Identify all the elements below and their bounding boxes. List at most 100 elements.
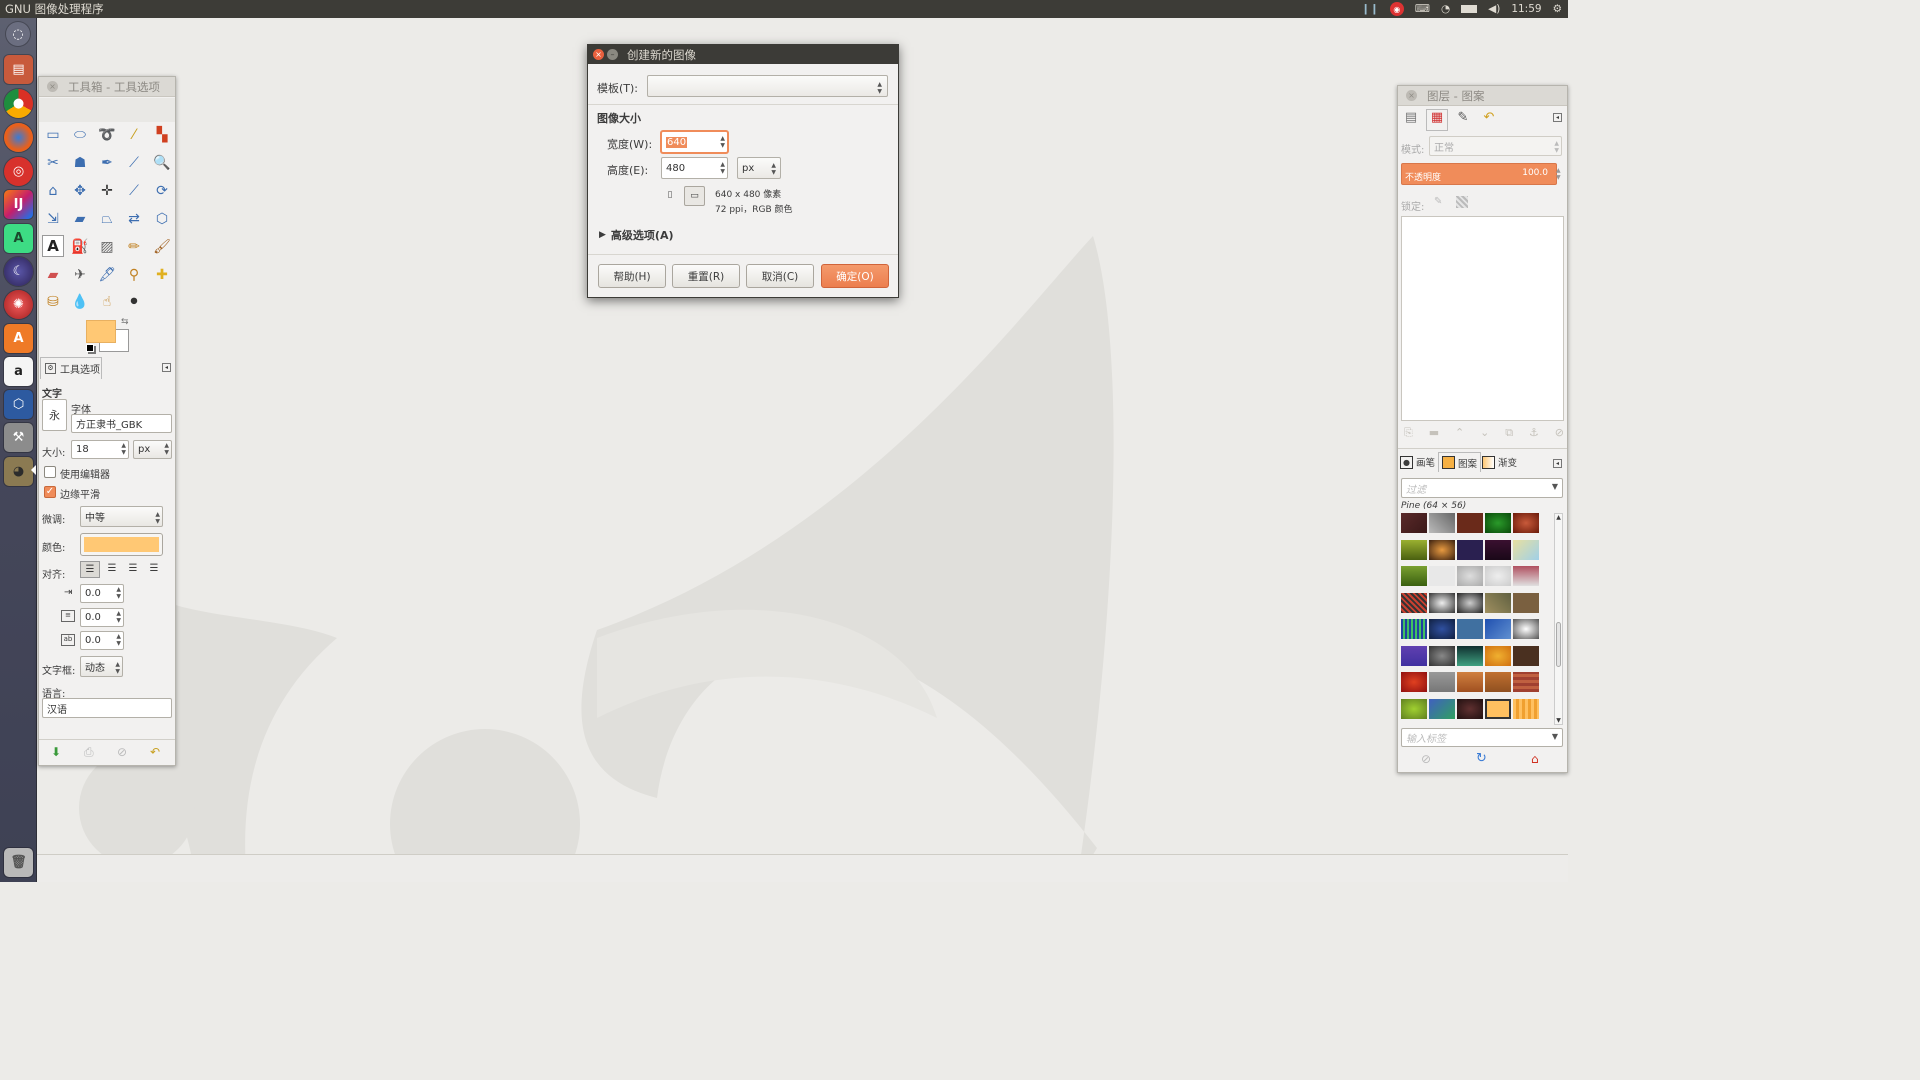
dialog-titlebar[interactable]: × – 创建新的图像: [588, 45, 898, 64]
pattern-thumbnail[interactable]: [1401, 645, 1427, 666]
amazon-icon[interactable]: a: [4, 357, 33, 386]
font-field[interactable]: 方正隶书_GBK: [71, 414, 172, 433]
pattern-scrollbar[interactable]: ▲ ▼: [1554, 513, 1563, 725]
airbrush-tool-icon[interactable]: ✈: [69, 264, 91, 286]
pattern-thumbnail[interactable]: [1429, 645, 1455, 666]
lock-pixels-icon[interactable]: ✎: [1434, 196, 1442, 207]
cancel-button[interactable]: 取消(C): [746, 264, 814, 288]
color-picker-tool-icon[interactable]: ⟋: [123, 152, 145, 174]
scissors-tool-icon[interactable]: ✂: [42, 152, 64, 174]
delete-pattern-icon[interactable]: ⊘: [1421, 752, 1431, 766]
pattern-thumbnail[interactable]: [1401, 566, 1427, 586]
pattern-thumbnail[interactable]: [1513, 539, 1539, 560]
ellipse-select-tool-icon[interactable]: ⬭: [69, 124, 91, 146]
perspective-tool-icon[interactable]: ⏢: [96, 208, 118, 230]
justify-left-button[interactable]: ☰: [80, 561, 100, 578]
raise-layer-icon[interactable]: ⌃: [1455, 426, 1464, 440]
tab-menu-icon[interactable]: ◂: [1553, 459, 1562, 468]
paintbrush-tool-icon[interactable]: 🖌: [151, 236, 173, 258]
ink-tool-icon[interactable]: 🖋: [96, 264, 118, 286]
gimp-icon[interactable]: ◕: [4, 457, 33, 486]
shear-tool-icon[interactable]: ▰: [69, 208, 91, 230]
battery-icon[interactable]: [1461, 5, 1478, 13]
system-settings-icon[interactable]: ⚒: [4, 423, 33, 452]
use-editor-checkbox[interactable]: [44, 466, 56, 478]
pattern-thumbnail[interactable]: [1485, 698, 1511, 719]
lock-alpha-icon[interactable]: [1456, 196, 1468, 208]
dash-icon[interactable]: ◌: [6, 22, 30, 46]
filter-field[interactable]: 过滤 ▼: [1401, 478, 1563, 498]
trash-icon[interactable]: 🗑: [4, 848, 33, 877]
intellij-icon[interactable]: IJ: [4, 190, 33, 219]
pencil-tool-icon[interactable]: ✏: [123, 236, 145, 258]
clone-tool-icon[interactable]: ⚲: [123, 264, 145, 286]
foreground-select-tool-icon[interactable]: ☗: [69, 152, 91, 174]
color-select-tool-icon[interactable]: ▚: [151, 124, 173, 146]
minimize-icon[interactable]: –: [607, 49, 618, 60]
pattern-thumbnail[interactable]: [1401, 513, 1427, 533]
chrome-icon[interactable]: ●: [4, 89, 33, 118]
paths-tool-icon[interactable]: ✒: [96, 152, 118, 174]
spin-arrows-icon[interactable]: ▲ ▼: [116, 633, 121, 647]
pattern-thumbnail[interactable]: [1513, 513, 1539, 533]
tab-paths[interactable]: ✎: [1452, 110, 1474, 130]
swap-colors-icon[interactable]: ⇆: [121, 317, 129, 327]
hinting-select[interactable]: 中等 ▲ ▼: [80, 506, 163, 527]
pattern-thumbnail[interactable]: [1457, 645, 1483, 666]
foreground-color-swatch[interactable]: [86, 320, 116, 343]
pattern-thumbnail[interactable]: [1457, 539, 1483, 560]
pattern-thumbnail[interactable]: [1513, 592, 1539, 613]
line-spacing-spinner[interactable]: 0.0 ▲ ▼: [80, 608, 124, 627]
indent-spinner[interactable]: 0.0 ▲ ▼: [80, 584, 124, 603]
opacity-slider[interactable]: 不透明度 100.0: [1401, 163, 1557, 185]
volume-icon[interactable]: ◀): [1488, 3, 1500, 15]
measure-tool-icon[interactable]: ⌂: [42, 180, 64, 202]
pattern-thumbnail[interactable]: [1429, 539, 1455, 560]
justify-center-button[interactable]: ☰: [123, 561, 143, 578]
width-spinner[interactable]: 640 ▲ ▼: [661, 131, 728, 153]
tab-menu-icon[interactable]: ◂: [1553, 113, 1562, 122]
pattern-thumbnail[interactable]: [1513, 645, 1539, 666]
opacity-spin-icon[interactable]: ▲ ▼: [1556, 167, 1561, 181]
tab-undo[interactable]: ↶: [1478, 110, 1500, 130]
pattern-thumbnail[interactable]: [1513, 698, 1539, 719]
perspective-clone-tool-icon[interactable]: ⛁: [42, 291, 64, 313]
spin-arrows-icon[interactable]: ▲ ▼: [720, 135, 725, 149]
new-layer-icon[interactable]: ⎘: [1404, 426, 1413, 440]
restore-options-icon[interactable]: ⎙: [84, 745, 94, 760]
mode-select[interactable]: 正常 ▲ ▼: [1429, 136, 1562, 156]
software-center-icon[interactable]: A: [4, 324, 33, 353]
pattern-thumbnail[interactable]: [1485, 592, 1511, 613]
eraser-tool-icon[interactable]: ▰: [42, 264, 64, 286]
pattern-grid[interactable]: [1401, 513, 1551, 725]
portrait-button[interactable]: ▭: [684, 186, 705, 206]
pattern-thumbnail[interactable]: [1401, 698, 1427, 719]
smudge-tool-icon[interactable]: ☝: [96, 291, 118, 313]
scroll-down-icon[interactable]: ▼: [1555, 717, 1562, 724]
pattern-thumbnail[interactable]: [1401, 672, 1427, 692]
eclipse-icon[interactable]: ☾: [4, 257, 33, 286]
language-field[interactable]: 汉语: [42, 698, 172, 718]
font-preview-button[interactable]: 永: [42, 399, 67, 431]
pattern-thumbnail[interactable]: [1401, 619, 1427, 639]
duplicate-layer-icon[interactable]: ⧉: [1505, 426, 1513, 440]
android-studio-icon[interactable]: A: [4, 224, 33, 253]
antialias-checkbox[interactable]: ✓: [44, 486, 56, 498]
pattern-thumbnail[interactable]: [1429, 672, 1455, 692]
box-select[interactable]: 动态 ▲ ▼: [80, 656, 123, 677]
pattern-thumbnail[interactable]: [1457, 619, 1483, 639]
help-button[interactable]: 帮助(H): [598, 264, 666, 288]
scrollbar-thumb[interactable]: [1556, 622, 1561, 667]
pattern-thumbnail[interactable]: [1429, 592, 1455, 613]
blend-tool-icon[interactable]: ▨: [96, 236, 118, 258]
anchor-layer-icon[interactable]: ⚓: [1529, 426, 1539, 440]
pattern-thumbnail[interactable]: [1429, 619, 1455, 639]
rotate-tool-icon[interactable]: ⟳: [151, 180, 173, 202]
text-color-button[interactable]: [80, 533, 163, 556]
pattern-thumbnail[interactable]: [1485, 645, 1511, 666]
tab-brushes[interactable]: ● 画笔: [1400, 455, 1435, 469]
files-icon[interactable]: ▤: [4, 55, 33, 84]
new-group-icon[interactable]: ▬: [1429, 426, 1439, 440]
bucket-fill-tool-icon[interactable]: ⛽: [69, 236, 91, 258]
tab-tool-options[interactable]: ⚙ 工具选项: [40, 357, 102, 379]
